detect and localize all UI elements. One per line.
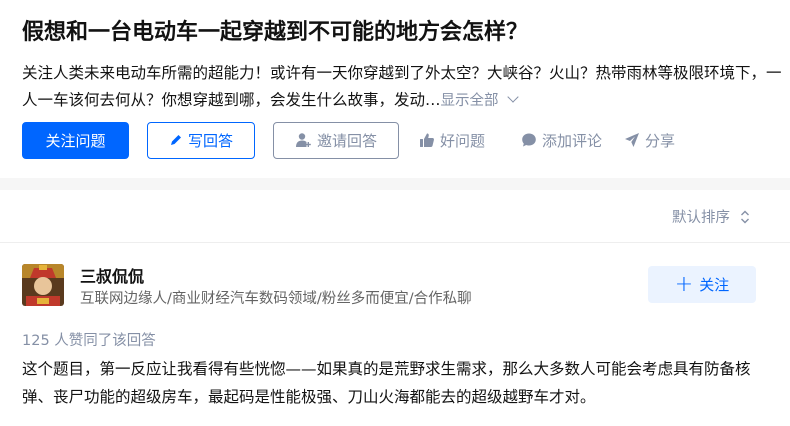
question-description: 关注人类未来电动车所需的超能力！或许有一天你穿越到了外太空？大峡谷？火山？热带雨…: [22, 60, 782, 115]
chevron-down-icon: [506, 91, 519, 103]
invite-answer-label: 邀请回答: [316, 131, 377, 150]
question-header: 假想和一台电动车一起穿越到不可能的地方会怎样？ 关注人类未来电动车所需的超能力！…: [0, 0, 790, 178]
show-all-button[interactable]: 显示全部: [440, 91, 519, 109]
share-button[interactable]: 分享: [624, 130, 675, 151]
thumb-up-icon: [420, 133, 434, 147]
write-answer-button[interactable]: 写回答: [147, 121, 255, 159]
follow-author-button[interactable]: + 关注: [648, 266, 756, 303]
comment-icon: [522, 133, 536, 147]
sort-icon: [741, 210, 749, 223]
avatar[interactable]: [22, 264, 64, 306]
author-bio: 互联网边缘人/商业财经汽车数码领域/粉丝多而便宜/合作私聊: [80, 291, 472, 307]
sort-label: 默认排序: [672, 210, 730, 226]
plus-icon: +: [674, 271, 694, 297]
question-actions: 关注问题 写回答 邀请回答 好问题 添加评论 分享: [22, 121, 675, 159]
add-comment-button[interactable]: 添加评论: [521, 130, 602, 151]
good-question-button[interactable]: 好问题: [419, 130, 485, 151]
divider: [0, 242, 790, 243]
add-user-icon: [295, 133, 311, 147]
answer-content: 这个题目，第一反应让我看得有些恍惚——如果真的是荒野求生需求，那么大多数人可能会…: [22, 360, 751, 406]
share-label: 分享: [645, 131, 676, 150]
vote-count: 125 人赞同了该回答: [22, 333, 156, 349]
answer-list: 默认排序 三叔侃侃 互联网边缘人/商业财经汽车数码领域/粉丝多而便宜/合作私聊 …: [0, 190, 790, 426]
good-question-label: 好问题: [440, 131, 486, 150]
question-title: 假想和一台电动车一起穿越到不可能的地方会怎样？: [22, 20, 529, 45]
follow-author-label: 关注: [699, 276, 730, 294]
author-name[interactable]: 三叔侃侃: [80, 263, 144, 287]
follow-question-button[interactable]: 关注问题: [22, 121, 129, 159]
question-description-text: 关注人类未来电动车所需的超能力！或许有一天你穿越到了外太空？大峡谷？火山？热带雨…: [22, 64, 782, 109]
sort-dropdown[interactable]: 默认排序: [672, 206, 750, 227]
invite-answer-button[interactable]: 邀请回答: [273, 121, 399, 159]
write-answer-label: 写回答: [187, 131, 233, 150]
add-comment-label: 添加评论: [542, 131, 603, 150]
pen-icon: [170, 135, 181, 145]
show-all-label: 显示全部: [440, 93, 499, 109]
share-icon: [625, 133, 640, 147]
